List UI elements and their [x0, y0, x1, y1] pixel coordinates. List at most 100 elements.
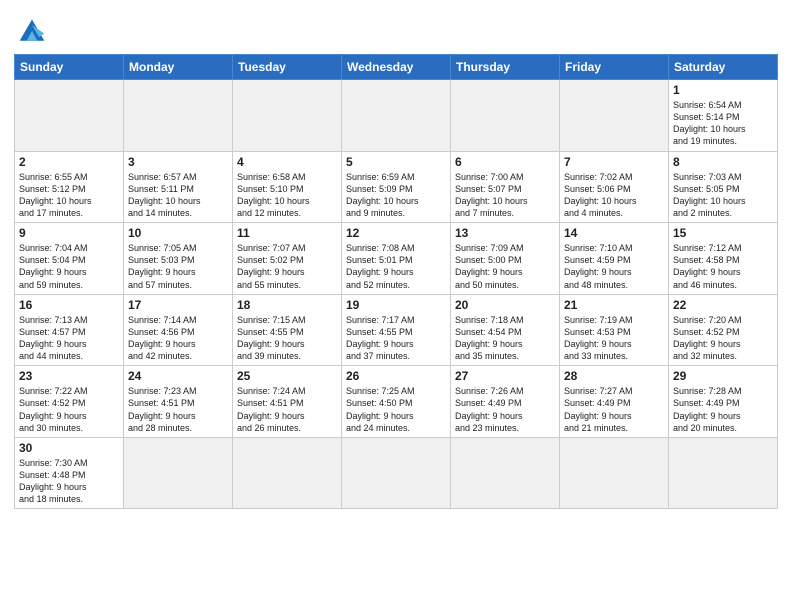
day-info: Sunrise: 7:03 AM Sunset: 5:05 PM Dayligh…: [673, 171, 773, 220]
table-row: 14 Sunrise: 7:10 AM Sunset: 4:59 PM Dayli…: [560, 223, 669, 295]
table-row: 29 Sunrise: 7:28 AM Sunset: 4:49 PM Dayli…: [669, 366, 778, 438]
day-info: Sunrise: 7:20 AM Sunset: 4:52 PM Dayligh…: [673, 314, 773, 363]
day-number: 6: [455, 155, 555, 169]
day-info: Sunrise: 7:09 AM Sunset: 5:00 PM Dayligh…: [455, 242, 555, 291]
day-number: 29: [673, 369, 773, 383]
header: [14, 10, 778, 46]
calendar-row-0: 1Sunrise: 6:54 AM Sunset: 5:14 PM Daylig…: [15, 80, 778, 152]
day-number: 7: [564, 155, 664, 169]
day-number: 24: [128, 369, 228, 383]
table-row: 23 Sunrise: 7:22 AM Sunset: 4:52 PM Dayli…: [15, 366, 124, 438]
table-row: 12Sunrise: 7:08 AM Sunset: 5:01 PM Dayli…: [342, 223, 451, 295]
day-info: Sunrise: 6:55 AM Sunset: 5:12 PM Dayligh…: [19, 171, 119, 220]
day-info: Sunrise: 6:59 AM Sunset: 5:09 PM Dayligh…: [346, 171, 446, 220]
day-number: 9: [19, 226, 119, 240]
day-number: 25: [237, 369, 337, 383]
day-number: 3: [128, 155, 228, 169]
table-row: 30 Sunrise: 7:30 AM Sunset: 4:48 PM Dayli…: [15, 437, 124, 509]
day-info: Sunrise: 7:27 AM Sunset: 4:49 PM Dayligh…: [564, 385, 664, 434]
day-info: Sunrise: 7:30 AM Sunset: 4:48 PM Dayligh…: [19, 457, 119, 506]
day-info: Sunrise: 7:25 AM Sunset: 4:50 PM Dayligh…: [346, 385, 446, 434]
day-info: Sunrise: 6:57 AM Sunset: 5:11 PM Dayligh…: [128, 171, 228, 220]
day-number: 17: [128, 298, 228, 312]
calendar-row-5: 30 Sunrise: 7:30 AM Sunset: 4:48 PM Dayli…: [15, 437, 778, 509]
table-row: [124, 437, 233, 509]
table-row: 13 Sunrise: 7:09 AM Sunset: 5:00 PM Dayli…: [451, 223, 560, 295]
day-number: 26: [346, 369, 446, 383]
calendar-row-1: 2 Sunrise: 6:55 AM Sunset: 5:12 PM Daylig…: [15, 151, 778, 223]
day-info: Sunrise: 7:12 AM Sunset: 4:58 PM Dayligh…: [673, 242, 773, 291]
day-number: 5: [346, 155, 446, 169]
calendar-table: SundayMondayTuesdayWednesdayThursdayFrid…: [14, 54, 778, 509]
day-number: 4: [237, 155, 337, 169]
table-row: [15, 80, 124, 152]
calendar-row-4: 23 Sunrise: 7:22 AM Sunset: 4:52 PM Dayli…: [15, 366, 778, 438]
day-number: 11: [237, 226, 337, 240]
table-row: 1Sunrise: 6:54 AM Sunset: 5:14 PM Daylig…: [669, 80, 778, 152]
table-row: [560, 437, 669, 509]
table-row: [669, 437, 778, 509]
weekday-wednesday: Wednesday: [342, 55, 451, 80]
calendar-row-3: 16 Sunrise: 7:13 AM Sunset: 4:57 PM Dayli…: [15, 294, 778, 366]
table-row: 6 Sunrise: 7:00 AM Sunset: 5:07 PM Daylig…: [451, 151, 560, 223]
day-info: Sunrise: 7:17 AM Sunset: 4:55 PM Dayligh…: [346, 314, 446, 363]
day-number: 27: [455, 369, 555, 383]
day-number: 23: [19, 369, 119, 383]
table-row: 24 Sunrise: 7:23 AM Sunset: 4:51 PM Dayli…: [124, 366, 233, 438]
calendar-row-2: 9 Sunrise: 7:04 AM Sunset: 5:04 PM Daylig…: [15, 223, 778, 295]
table-row: 8 Sunrise: 7:03 AM Sunset: 5:05 PM Daylig…: [669, 151, 778, 223]
table-row: [124, 80, 233, 152]
logo-icon: [14, 16, 50, 46]
table-row: 20Sunrise: 7:18 AM Sunset: 4:54 PM Dayli…: [451, 294, 560, 366]
table-row: 5 Sunrise: 6:59 AM Sunset: 5:09 PM Daylig…: [342, 151, 451, 223]
day-info: Sunrise: 7:04 AM Sunset: 5:04 PM Dayligh…: [19, 242, 119, 291]
day-number: 2: [19, 155, 119, 169]
table-row: 7Sunrise: 7:02 AM Sunset: 5:06 PM Daylig…: [560, 151, 669, 223]
table-row: 9 Sunrise: 7:04 AM Sunset: 5:04 PM Daylig…: [15, 223, 124, 295]
day-info: Sunrise: 7:18 AM Sunset: 4:54 PM Dayligh…: [455, 314, 555, 363]
day-info: Sunrise: 7:13 AM Sunset: 4:57 PM Dayligh…: [19, 314, 119, 363]
day-info: Sunrise: 7:14 AM Sunset: 4:56 PM Dayligh…: [128, 314, 228, 363]
day-info: Sunrise: 7:23 AM Sunset: 4:51 PM Dayligh…: [128, 385, 228, 434]
day-number: 18: [237, 298, 337, 312]
table-row: 21Sunrise: 7:19 AM Sunset: 4:53 PM Dayli…: [560, 294, 669, 366]
table-row: 19 Sunrise: 7:17 AM Sunset: 4:55 PM Dayli…: [342, 294, 451, 366]
day-number: 16: [19, 298, 119, 312]
day-number: 19: [346, 298, 446, 312]
day-info: Sunrise: 7:22 AM Sunset: 4:52 PM Dayligh…: [19, 385, 119, 434]
table-row: [560, 80, 669, 152]
table-row: 25 Sunrise: 7:24 AM Sunset: 4:51 PM Dayli…: [233, 366, 342, 438]
day-number: 22: [673, 298, 773, 312]
table-row: 11Sunrise: 7:07 AM Sunset: 5:02 PM Dayli…: [233, 223, 342, 295]
table-row: [342, 80, 451, 152]
day-info: Sunrise: 7:10 AM Sunset: 4:59 PM Dayligh…: [564, 242, 664, 291]
day-number: 14: [564, 226, 664, 240]
day-info: Sunrise: 7:00 AM Sunset: 5:07 PM Dayligh…: [455, 171, 555, 220]
table-row: 26 Sunrise: 7:25 AM Sunset: 4:50 PM Dayli…: [342, 366, 451, 438]
table-row: 3 Sunrise: 6:57 AM Sunset: 5:11 PM Daylig…: [124, 151, 233, 223]
weekday-header-row: SundayMondayTuesdayWednesdayThursdayFrid…: [15, 55, 778, 80]
day-number: 12: [346, 226, 446, 240]
day-info: Sunrise: 6:58 AM Sunset: 5:10 PM Dayligh…: [237, 171, 337, 220]
page: SundayMondayTuesdayWednesdayThursdayFrid…: [0, 0, 792, 612]
day-number: 28: [564, 369, 664, 383]
table-row: 2 Sunrise: 6:55 AM Sunset: 5:12 PM Daylig…: [15, 151, 124, 223]
day-info: Sunrise: 7:28 AM Sunset: 4:49 PM Dayligh…: [673, 385, 773, 434]
day-info: Sunrise: 7:24 AM Sunset: 4:51 PM Dayligh…: [237, 385, 337, 434]
day-number: 1: [673, 83, 773, 97]
day-number: 10: [128, 226, 228, 240]
table-row: 27Sunrise: 7:26 AM Sunset: 4:49 PM Dayli…: [451, 366, 560, 438]
table-row: 22 Sunrise: 7:20 AM Sunset: 4:52 PM Dayli…: [669, 294, 778, 366]
table-row: [233, 437, 342, 509]
table-row: 17 Sunrise: 7:14 AM Sunset: 4:56 PM Dayli…: [124, 294, 233, 366]
day-number: 8: [673, 155, 773, 169]
day-number: 13: [455, 226, 555, 240]
table-row: [342, 437, 451, 509]
table-row: 28 Sunrise: 7:27 AM Sunset: 4:49 PM Dayli…: [560, 366, 669, 438]
weekday-friday: Friday: [560, 55, 669, 80]
day-number: 30: [19, 441, 119, 455]
weekday-tuesday: Tuesday: [233, 55, 342, 80]
logo: [14, 16, 54, 46]
table-row: [451, 437, 560, 509]
table-row: 16 Sunrise: 7:13 AM Sunset: 4:57 PM Dayli…: [15, 294, 124, 366]
